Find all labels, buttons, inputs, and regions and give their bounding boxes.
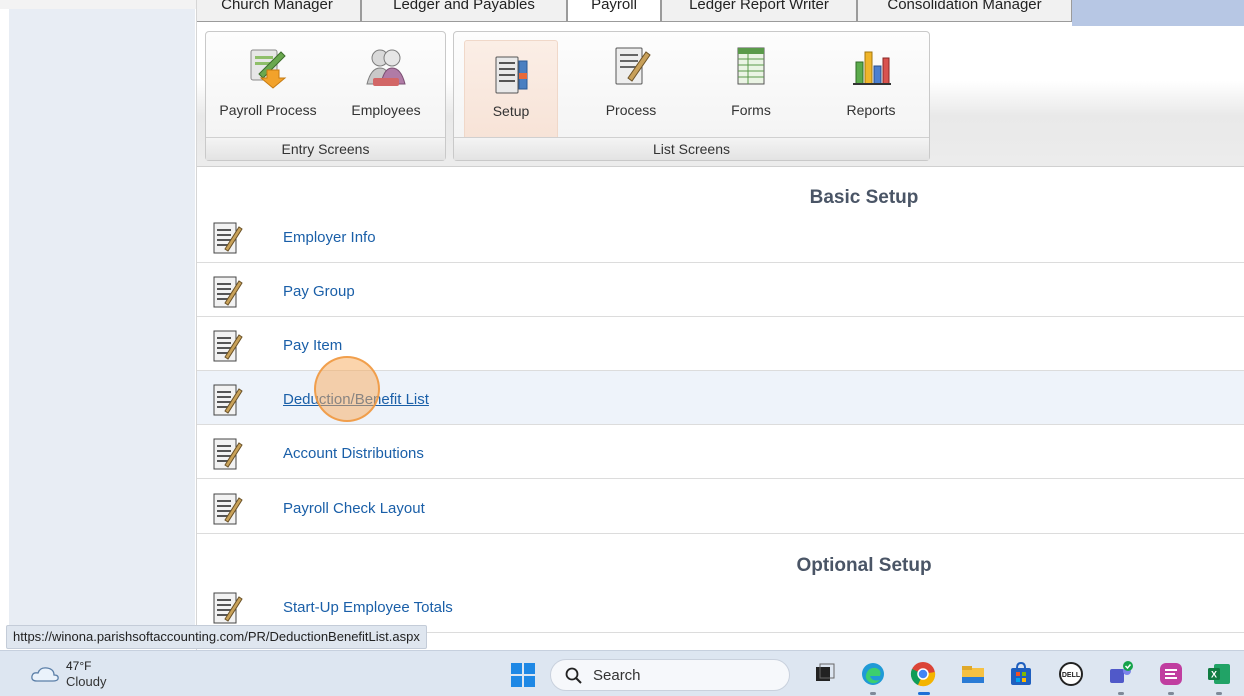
chrome-browser-icon[interactable] [910, 661, 936, 687]
pay-item-link[interactable]: Pay Item [283, 337, 342, 354]
tab-payroll[interactable]: Payroll [567, 0, 661, 22]
reports-icon [853, 51, 891, 85]
employees-icon [366, 49, 406, 86]
payroll-process-button[interactable]: Payroll Process [208, 32, 328, 132]
list-screens-label: List Screens [454, 137, 929, 160]
weather-widget[interactable]: 47°F Cloudy [30, 657, 150, 691]
document-edit-icon [213, 222, 243, 254]
list-item: Employer Info [197, 209, 1244, 263]
document-edit-icon [213, 384, 243, 416]
list-item: Account Distributions [197, 425, 1244, 479]
process-button[interactable]: Process [584, 32, 678, 132]
ribbon-toolbar: Payroll Process Employees Entry Screens [197, 26, 1244, 167]
list-screens-group: Setup Process Forms Reports List Screens [453, 31, 930, 161]
document-edit-icon [213, 592, 243, 624]
payroll-check-layout-link[interactable]: Payroll Check Layout [283, 500, 425, 517]
windows-start-icon[interactable] [510, 662, 536, 688]
pay-group-link[interactable]: Pay Group [283, 283, 355, 300]
excel-icon[interactable]: X [1206, 661, 1232, 687]
left-panel [9, 9, 195, 649]
process-icon [615, 47, 651, 85]
document-edit-icon [213, 276, 243, 308]
reports-button[interactable]: Reports [824, 32, 918, 132]
svg-text:DELL: DELL [1062, 672, 1081, 679]
document-edit-icon [213, 493, 243, 525]
cloud-icon [31, 667, 59, 682]
tab-ledger-and-payables[interactable]: Ledger and Payables [361, 0, 567, 22]
basic-setup-title: Basic Setup [809, 187, 919, 208]
module-tab-bar: Church Manager Ledger and Payables Payro… [197, 0, 1244, 26]
employer-info-link[interactable]: Employer Info [283, 229, 376, 246]
app-icon[interactable] [1158, 661, 1184, 687]
forms-icon [737, 47, 765, 85]
edge-browser-icon[interactable] [860, 661, 886, 687]
task-view-icon[interactable] [812, 661, 838, 687]
optional-setup-title: Optional Setup [796, 555, 932, 576]
taskbar-search[interactable]: Search [550, 659, 790, 691]
click-indicator [314, 356, 380, 422]
microsoft-store-icon[interactable] [1008, 661, 1034, 687]
file-explorer-icon[interactable] [960, 661, 986, 687]
tab-church-manager[interactable]: Church Manager [197, 0, 361, 22]
weather-temperature: 47°F [66, 659, 92, 673]
setup-button[interactable]: Setup [464, 40, 558, 140]
setup-icon [495, 56, 528, 94]
document-edit-icon [213, 438, 243, 470]
list-item: Payroll Check Layout [197, 480, 1244, 534]
payroll-process-icon [250, 49, 287, 89]
payroll-app: Church Manager Ledger and Payables Payro… [196, 0, 1244, 650]
entry-screens-group: Payroll Process Employees Entry Screens [205, 31, 446, 161]
status-bar-url: https://winona.parishsoftaccounting.com/… [6, 625, 427, 649]
list-item: Pay Group [197, 263, 1244, 317]
employees-button[interactable]: Employees [336, 32, 436, 132]
search-icon [565, 667, 582, 684]
dell-icon[interactable]: DELL [1058, 661, 1084, 687]
tab-bar-fill [1072, 0, 1244, 26]
tab-consolidation-manager[interactable]: Consolidation Manager [857, 0, 1072, 22]
teams-icon[interactable] [1108, 661, 1134, 687]
start-up-employee-totals-link[interactable]: Start-Up Employee Totals [283, 599, 453, 616]
tab-ledger-report-writer[interactable]: Ledger Report Writer [661, 0, 857, 22]
windows-taskbar: 47°F Cloudy Search DELL X [0, 650, 1244, 696]
svg-text:X: X [1211, 670, 1217, 680]
account-distributions-link[interactable]: Account Distributions [283, 445, 424, 462]
weather-condition: Cloudy [66, 674, 107, 689]
forms-button[interactable]: Forms [704, 32, 798, 132]
entry-screens-label: Entry Screens [206, 137, 445, 160]
document-edit-icon [213, 330, 243, 362]
